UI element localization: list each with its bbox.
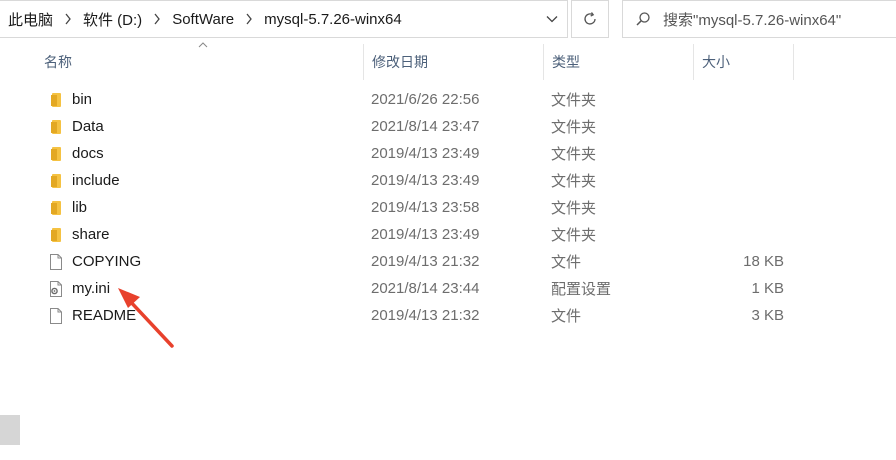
file-size xyxy=(694,221,784,248)
file-name: share xyxy=(72,226,110,243)
file-size xyxy=(694,167,784,194)
file-row-copying[interactable]: COPYING 2019/4/13 21:32 文件 18 KB xyxy=(44,248,804,275)
file-row-share[interactable]: share 2019/4/13 23:49 文件夹 xyxy=(44,221,804,248)
breadcrumb: 此电脑 软件 (D:) SoftWare mysql-5.7.26-winx64 xyxy=(0,9,537,30)
file-size: 1 KB xyxy=(751,280,784,297)
file-type: 文件夹 xyxy=(551,119,597,136)
config-file-icon xyxy=(46,275,66,302)
file-icon xyxy=(46,302,66,329)
file-date: 2021/6/26 22:56 xyxy=(371,91,480,108)
file-date: 2019/4/13 21:32 xyxy=(371,307,480,324)
file-date: 2019/4/13 23:58 xyxy=(371,199,480,216)
annotation-arrow-icon xyxy=(118,288,174,348)
file-size xyxy=(694,113,784,140)
file-row-data[interactable]: Data 2021/8/14 23:47 文件夹 xyxy=(44,113,804,140)
chevron-down-icon xyxy=(546,16,558,23)
file-date: 2021/8/14 23:44 xyxy=(371,280,480,297)
file-row-lib[interactable]: lib 2019/4/13 23:58 文件夹 xyxy=(44,194,804,221)
refresh-icon xyxy=(584,12,596,25)
file-name: bin xyxy=(72,91,93,108)
file-size xyxy=(694,140,784,167)
breadcrumb-drive-d[interactable]: 软件 (D:) xyxy=(81,9,144,30)
folder-icon xyxy=(46,221,66,248)
column-header-size[interactable]: 大小 xyxy=(694,44,794,80)
search-placeholder: 搜索"mysql-5.7.26-winx64" xyxy=(663,11,842,29)
folder-icon xyxy=(46,140,66,167)
file-date: 2019/4/13 23:49 xyxy=(371,172,480,189)
folder-icon xyxy=(46,86,66,113)
breadcrumb-this-pc[interactable]: 此电脑 xyxy=(6,9,55,30)
chevron-right-icon[interactable] xyxy=(55,13,81,25)
file-row-docs[interactable]: docs 2019/4/13 23:49 文件夹 xyxy=(44,140,804,167)
file-icon xyxy=(46,248,66,275)
file-date: 2019/4/13 21:32 xyxy=(371,253,480,270)
file-type: 文件夹 xyxy=(551,146,597,163)
nav-scrollbar-thumb[interactable] xyxy=(0,415,20,445)
file-name: COPYING xyxy=(72,253,142,270)
file-row-include[interactable]: include 2019/4/13 23:49 文件夹 xyxy=(44,167,804,194)
file-date: 2019/4/13 23:49 xyxy=(371,145,480,162)
file-size xyxy=(694,194,784,221)
breadcrumb-software[interactable]: SoftWare xyxy=(170,11,236,28)
file-type: 文件夹 xyxy=(551,173,597,190)
file-name: lib xyxy=(72,199,88,216)
file-name: docs xyxy=(72,145,104,162)
file-type: 文件夹 xyxy=(551,227,597,244)
file-name: my.ini xyxy=(72,280,111,297)
file-name: include xyxy=(72,172,120,189)
column-headers: 名称 修改日期 类型 大小 xyxy=(22,42,896,80)
column-header-type[interactable]: 类型 xyxy=(544,44,694,80)
file-type: 文件夹 xyxy=(551,92,597,109)
file-size: 3 KB xyxy=(751,307,784,324)
column-header-name[interactable]: 名称 xyxy=(36,44,364,80)
breadcrumb-mysql-folder[interactable]: mysql-5.7.26-winx64 xyxy=(262,11,404,28)
navigation-pane-edge xyxy=(0,39,20,460)
file-date: 2021/8/14 23:47 xyxy=(371,118,480,135)
file-type: 文件 xyxy=(551,254,582,271)
folder-icon xyxy=(46,167,66,194)
file-name: Data xyxy=(72,118,104,135)
column-header-date[interactable]: 修改日期 xyxy=(364,44,544,80)
file-row-bin[interactable]: bin 2021/6/26 22:56 文件夹 xyxy=(44,86,804,113)
chevron-right-icon[interactable] xyxy=(236,13,262,25)
file-size xyxy=(694,86,784,113)
refresh-button[interactable] xyxy=(571,0,609,38)
folder-icon xyxy=(46,194,66,221)
chevron-right-icon[interactable] xyxy=(144,13,170,25)
file-type: 配置设置 xyxy=(551,281,612,298)
search-box[interactable]: 搜索"mysql-5.7.26-winx64" xyxy=(622,0,896,38)
address-history-dropdown[interactable] xyxy=(537,1,567,37)
file-type: 文件夹 xyxy=(551,200,597,217)
folder-icon xyxy=(46,113,66,140)
file-date: 2019/4/13 23:49 xyxy=(371,226,480,243)
search-icon xyxy=(623,11,663,27)
address-bar[interactable]: 此电脑 软件 (D:) SoftWare mysql-5.7.26-winx64 xyxy=(0,0,568,38)
file-size: 18 KB xyxy=(743,253,784,270)
file-type: 文件 xyxy=(551,308,582,325)
